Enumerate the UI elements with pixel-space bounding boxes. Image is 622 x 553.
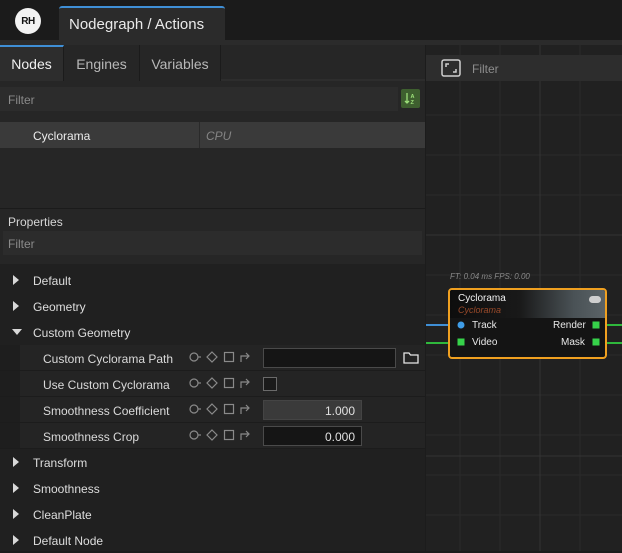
reset-icon[interactable] [223, 377, 235, 389]
link-icon[interactable] [189, 429, 202, 441]
section-label: Smoothness [33, 482, 100, 496]
node-list-row[interactable]: Cyclorama CPU [0, 122, 425, 148]
folder-icon[interactable] [403, 351, 419, 364]
fit-view-icon[interactable] [441, 59, 461, 77]
node-title: Cyclorama [458, 293, 506, 304]
port-label-render: Render [553, 320, 586, 331]
use-custom-cyclorama-checkbox[interactable] [263, 377, 277, 391]
tab-engines[interactable]: Engines [64, 45, 140, 81]
row-indent [0, 397, 20, 422]
expand-arrow-icon [13, 509, 19, 519]
property-row-smoothness-coefficient: Smoothness Coefficient 1.000 [0, 397, 425, 423]
port-label-track: Track [472, 320, 497, 331]
node-toggle-icon[interactable] [589, 296, 601, 303]
expose-icon[interactable] [239, 377, 251, 389]
section-label: Geometry [33, 300, 86, 314]
section-smoothness[interactable]: Smoothness [0, 475, 425, 501]
section-cleanplate[interactable]: CleanPlate [0, 501, 425, 527]
property-row-custom-cyclorama-path: Custom Cyclorama Path [0, 345, 425, 371]
section-custom-geometry[interactable]: Custom Geometry [0, 319, 425, 345]
keyframe-icon[interactable] [206, 429, 218, 441]
mask-output-port[interactable] [592, 338, 600, 346]
render-output-port[interactable] [592, 321, 600, 329]
track-input-port[interactable] [457, 321, 465, 329]
link-icon[interactable] [189, 377, 202, 389]
tab-nodes[interactable]: Nodes [0, 45, 64, 81]
link-icon[interactable] [189, 403, 202, 415]
expose-icon[interactable] [239, 429, 251, 441]
property-label: Custom Cyclorama Path [43, 352, 174, 366]
expand-arrow-icon [13, 275, 19, 285]
video-input-port[interactable] [457, 338, 465, 346]
section-label: CleanPlate [33, 508, 92, 522]
graph-filter-input[interactable]: Filter [472, 62, 499, 76]
property-label: Smoothness Coefficient [43, 404, 170, 418]
keyframe-icon[interactable] [206, 377, 218, 389]
sort-az-icon[interactable]: AZ [401, 89, 420, 108]
row-indent [0, 423, 20, 448]
properties-title: Properties [8, 215, 63, 229]
tab-strip-line [221, 79, 425, 81]
node-subtitle: Cyclorama [458, 305, 502, 315]
app-logo: RH [15, 8, 41, 34]
smoothness-coefficient-input[interactable]: 1.000 [263, 400, 362, 420]
row-indent [0, 345, 20, 370]
expand-arrow-icon [13, 483, 19, 493]
keyframe-icon[interactable] [206, 351, 218, 363]
property-icons [189, 377, 253, 391]
section-label: Custom Geometry [33, 326, 131, 340]
reset-icon[interactable] [223, 351, 235, 363]
property-row-smoothness-crop: Smoothness Crop 0.000 [0, 423, 425, 449]
link-icon[interactable] [189, 351, 202, 363]
node-engine-cell: CPU [206, 129, 232, 143]
expose-icon[interactable] [239, 403, 251, 415]
property-icons [189, 351, 253, 365]
panel-divider[interactable] [0, 208, 425, 209]
expand-arrow-icon [13, 535, 19, 545]
expand-arrow-icon [13, 457, 19, 467]
expand-arrow-icon [13, 301, 19, 311]
port-label-video: Video [472, 337, 498, 348]
cyclorama-node[interactable]: Cyclorama Cyclorama Track Video Render M… [448, 288, 607, 359]
frame-stats: FT: 0.04 ms FPS: 0.00 [450, 272, 530, 281]
property-label: Smoothness Crop [43, 430, 140, 444]
expose-icon[interactable] [239, 351, 251, 363]
reset-icon[interactable] [223, 429, 235, 441]
section-default[interactable]: Default [0, 267, 425, 293]
collapse-arrow-icon [12, 329, 22, 335]
document-tab[interactable]: Nodegraph / Actions [59, 6, 225, 40]
keyframe-icon[interactable] [206, 403, 218, 415]
property-label: Use Custom Cyclorama [43, 378, 170, 392]
port-label-mask: Mask [561, 337, 585, 348]
row-indent [0, 371, 20, 396]
tab-variables[interactable]: Variables [140, 45, 221, 81]
property-icons [189, 403, 253, 417]
custom-cyclorama-path-input[interactable] [263, 348, 396, 368]
smoothness-crop-input[interactable]: 0.000 [263, 426, 362, 446]
section-label: Default [33, 274, 72, 288]
node-name-cell: Cyclorama [0, 122, 200, 148]
section-transform[interactable]: Transform [0, 449, 425, 475]
property-row-use-custom-cyclorama: Use Custom Cyclorama [0, 371, 425, 397]
section-label: Transform [33, 456, 88, 470]
nodes-filter-input[interactable]: Filter [0, 87, 398, 111]
properties-filter-input[interactable]: Filter [3, 231, 422, 255]
section-geometry[interactable]: Geometry [0, 293, 425, 319]
svg-text:Z: Z [411, 100, 415, 105]
property-icons [189, 429, 253, 443]
section-label: Default Node [33, 534, 104, 548]
section-default-node[interactable]: Default Node [0, 527, 425, 553]
reset-icon[interactable] [223, 403, 235, 415]
